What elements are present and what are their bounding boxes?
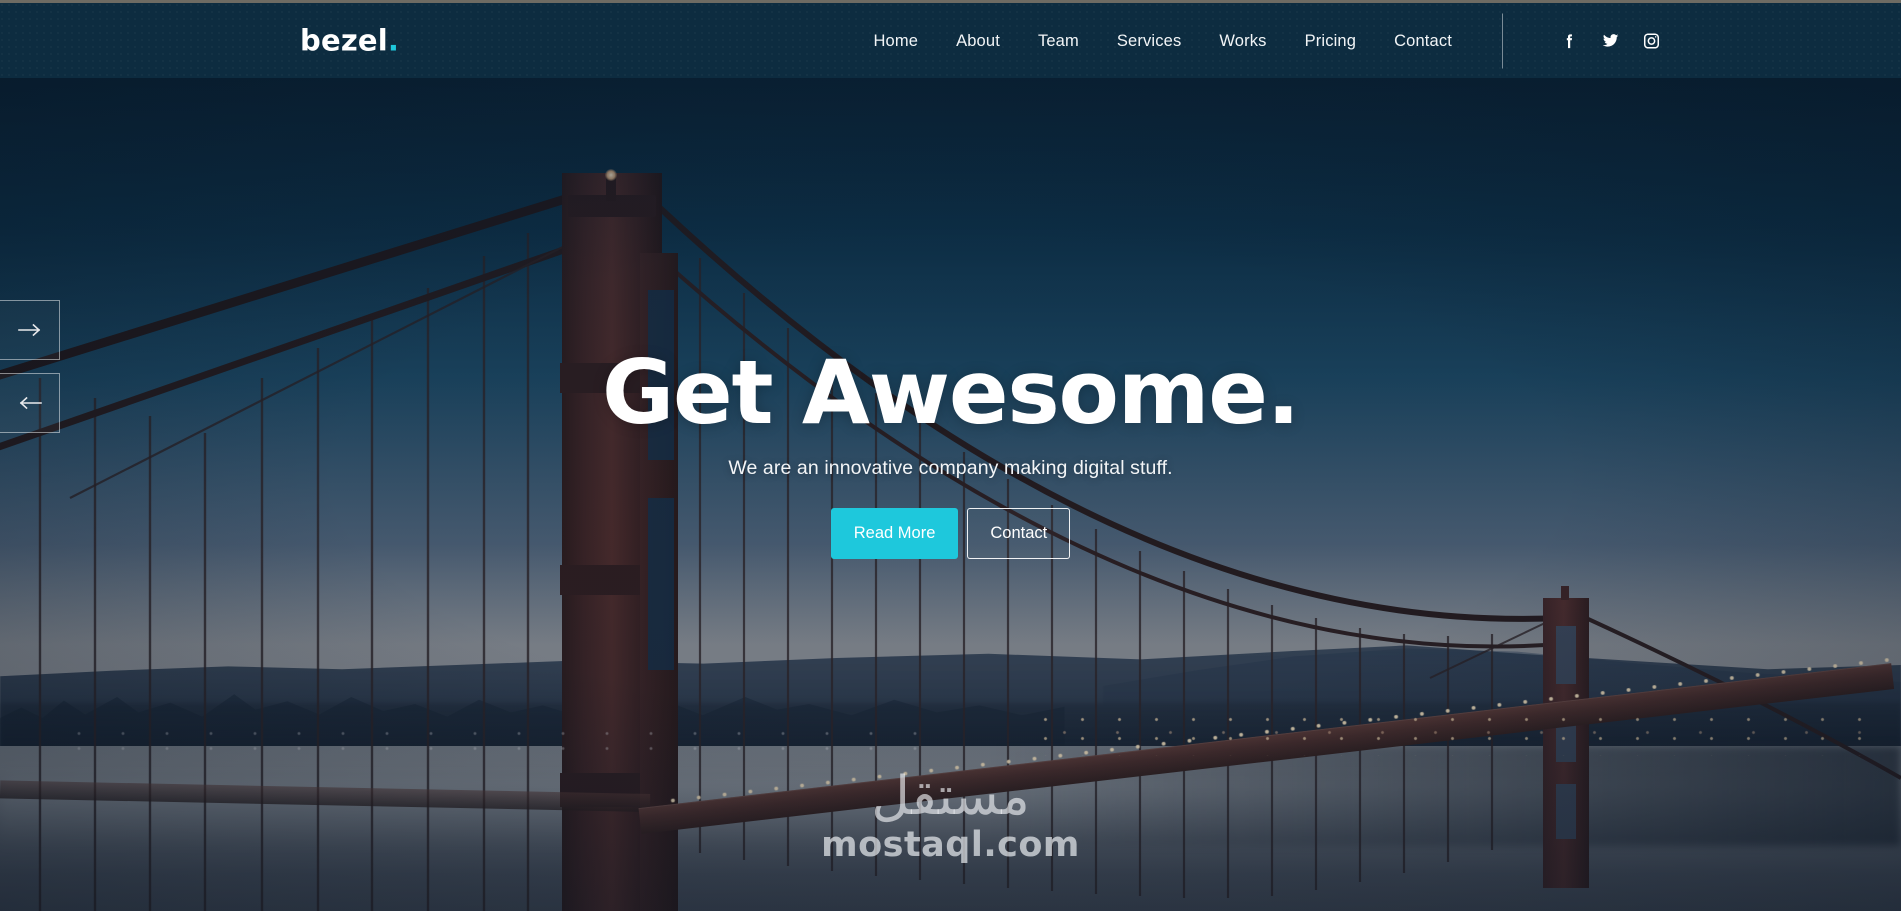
hero-content: Get Awesome. We are an innovative compan… bbox=[0, 348, 1901, 559]
nav-item-home[interactable]: Home bbox=[854, 32, 937, 49]
far-tower-opening-3 bbox=[1556, 784, 1576, 839]
instagram-icon[interactable] bbox=[1642, 31, 1661, 50]
brand-name: bezel bbox=[300, 23, 388, 57]
slider-prev-button[interactable] bbox=[0, 373, 60, 433]
site-header: bezel. Home About Team Services Works Pr… bbox=[0, 3, 1901, 78]
twitter-icon[interactable] bbox=[1601, 31, 1620, 50]
read-more-button[interactable]: Read More bbox=[830, 507, 959, 559]
brand-logo[interactable]: bezel. bbox=[300, 26, 399, 55]
page-root: bezel. Home About Team Services Works Pr… bbox=[0, 0, 1901, 911]
city-lights-left bbox=[57, 726, 932, 752]
slider-next-button[interactable] bbox=[0, 300, 60, 360]
slider-controls bbox=[0, 300, 60, 433]
arrow-right-icon bbox=[17, 322, 43, 338]
nav-item-services[interactable]: Services bbox=[1098, 32, 1200, 49]
nav-item-about[interactable]: About bbox=[937, 32, 1019, 49]
far-tower-opening-1 bbox=[1556, 626, 1576, 684]
tower-beacon-light bbox=[605, 169, 617, 181]
hero-title: Get Awesome. bbox=[602, 341, 1300, 444]
far-tower-spire bbox=[1561, 586, 1569, 600]
header-divider bbox=[1502, 13, 1503, 68]
nav-item-contact[interactable]: Contact bbox=[1375, 32, 1471, 49]
main-navigation: Home About Team Services Works Pricing C… bbox=[854, 32, 1471, 49]
arrow-left-icon bbox=[17, 395, 43, 411]
nav-item-team[interactable]: Team bbox=[1019, 32, 1098, 49]
top-hairline bbox=[0, 0, 1901, 3]
nav-item-pricing[interactable]: Pricing bbox=[1286, 32, 1376, 49]
contact-button[interactable]: Contact bbox=[967, 507, 1071, 559]
facebook-icon[interactable] bbox=[1560, 31, 1579, 50]
social-links bbox=[1560, 31, 1661, 50]
hero-action-buttons: Read More Contact bbox=[0, 507, 1901, 559]
hero-subtitle: We are an innovative company making digi… bbox=[728, 456, 1173, 479]
nav-item-works[interactable]: Works bbox=[1200, 32, 1285, 49]
brand-dot: . bbox=[387, 23, 400, 57]
city-lights-right bbox=[1026, 710, 1863, 756]
